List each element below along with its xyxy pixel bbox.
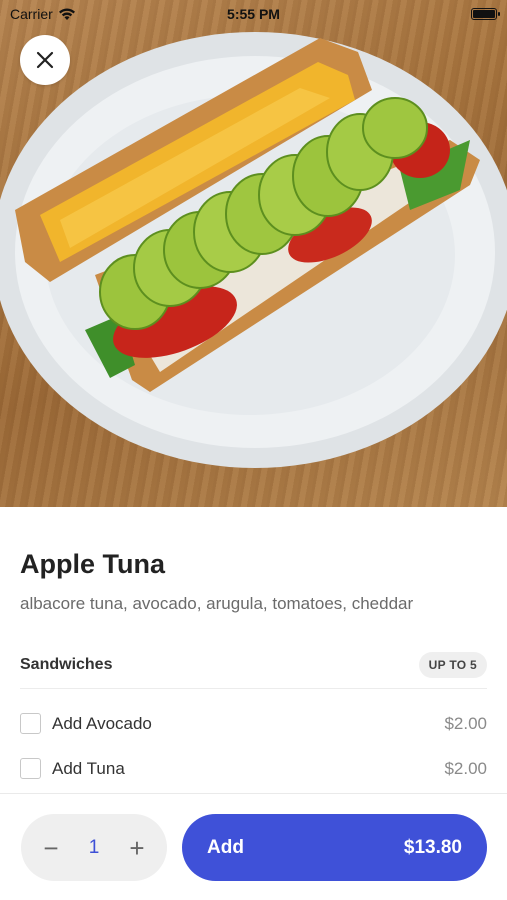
option-add-avocado[interactable]: Add Avocado $2.00	[20, 701, 487, 746]
limit-badge: UP TO 5	[418, 652, 487, 678]
option-add-tuna[interactable]: Add Tuna $2.00	[20, 746, 487, 791]
checkbox[interactable]	[20, 758, 41, 779]
modifier-options: Add Avocado $2.00 Add Tuna $2.00	[20, 701, 487, 791]
close-icon	[36, 51, 54, 69]
modifier-section-header: Sandwiches UP TO 5	[20, 652, 487, 689]
item-description: albacore tuna, avocado, arugula, tomatoe…	[20, 594, 414, 613]
section-title: Sandwiches	[20, 656, 113, 673]
option-price: $2.00	[444, 713, 487, 733]
wifi-icon	[58, 7, 75, 20]
add-to-cart-button[interactable]: Add $13.80	[182, 814, 487, 881]
total-price: $13.80	[403, 836, 462, 858]
add-button-label: Add	[207, 836, 244, 858]
clock: 5:55 PM	[227, 6, 280, 22]
option-label: Add Tuna	[52, 758, 125, 778]
option-price: $2.00	[444, 758, 487, 778]
item-title: Apple Tuna	[20, 549, 165, 579]
increment-button[interactable]: +	[125, 835, 149, 861]
decrement-button[interactable]: −	[39, 835, 63, 861]
item-details: Apple Tuna albacore tuna, avocado, arugu…	[0, 507, 507, 791]
carrier-label: Carrier	[10, 6, 53, 22]
close-button[interactable]	[20, 35, 70, 85]
battery-icon	[471, 8, 500, 20]
checkbox[interactable]	[20, 713, 41, 734]
bottom-action-bar: − 1 + Add $13.80	[0, 793, 507, 900]
option-label: Add Avocado	[52, 713, 152, 733]
quantity-stepper: − 1 +	[21, 814, 167, 881]
status-bar: Carrier 5:55 PM	[0, 0, 507, 28]
item-photo	[0, 0, 507, 507]
quantity-value: 1	[88, 836, 100, 858]
